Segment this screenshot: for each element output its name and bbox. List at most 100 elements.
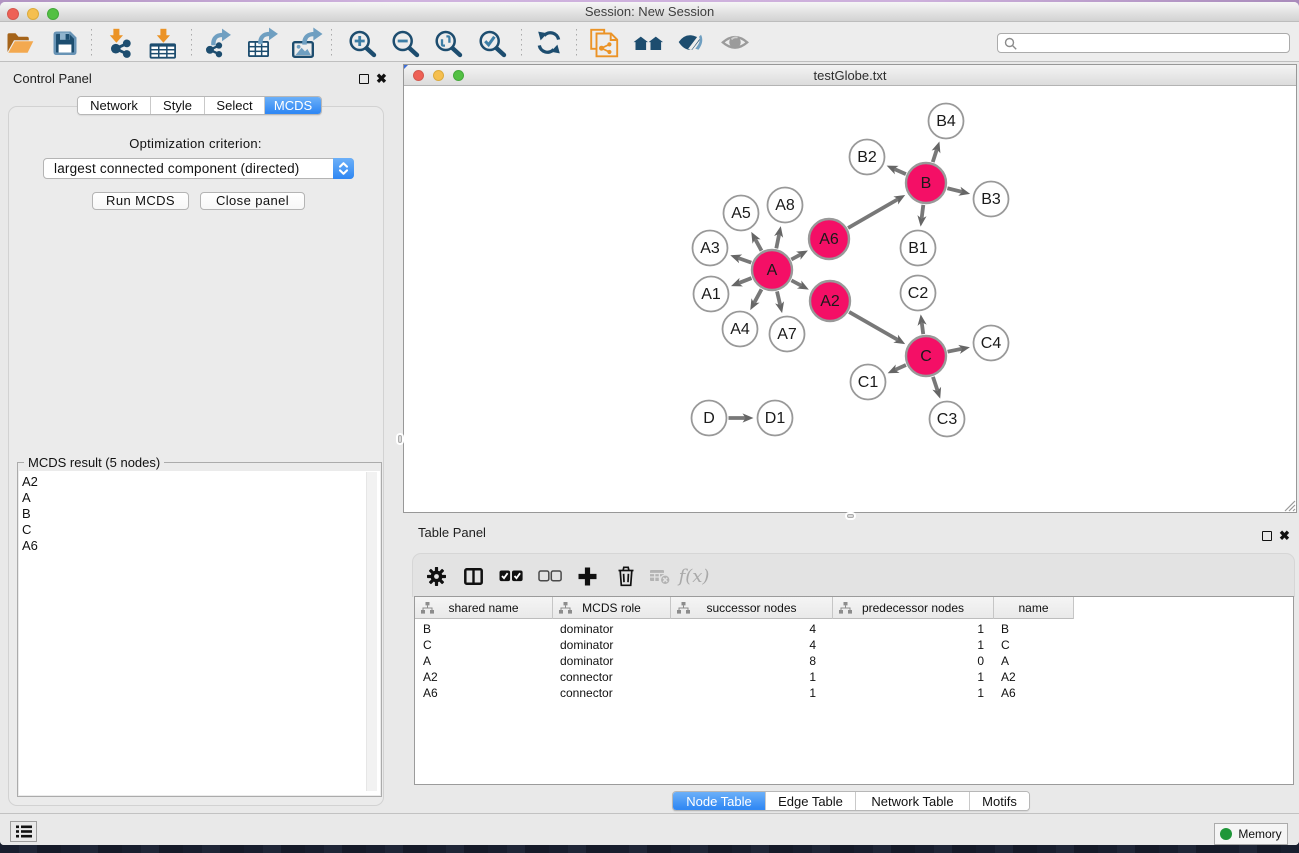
- table-row[interactable]: A6connector11A6: [415, 685, 1075, 701]
- column-header-successor-nodes[interactable]: successor nodes: [671, 597, 833, 619]
- control-panel-float-icon[interactable]: [359, 74, 369, 84]
- column-header-name[interactable]: name: [994, 597, 1074, 619]
- delete-columns-button[interactable]: [610, 554, 642, 598]
- table-row[interactable]: A2connector11A2: [415, 669, 1075, 685]
- graph-node-B[interactable]: B: [906, 163, 946, 203]
- export-network-button[interactable]: [203, 27, 235, 59]
- table-cell: connector: [560, 669, 660, 685]
- tab-mcds[interactable]: MCDS: [265, 97, 321, 114]
- delete-table-button[interactable]: [644, 554, 679, 598]
- import-table-button[interactable]: [147, 27, 179, 59]
- hide-selected-button[interactable]: [675, 27, 707, 59]
- graph-node-A[interactable]: A: [752, 250, 792, 290]
- result-item[interactable]: C: [22, 522, 38, 538]
- zoom-fit-button[interactable]: [434, 27, 466, 59]
- zoom-selected-button[interactable]: [478, 27, 510, 59]
- refresh-layout-button[interactable]: [533, 27, 565, 59]
- graph-node-D[interactable]: D: [692, 401, 727, 436]
- close-window-button[interactable]: [7, 8, 19, 20]
- zoom-in-button[interactable]: [348, 27, 380, 59]
- network-minimize-button[interactable]: [433, 70, 444, 81]
- table-cell: 1: [833, 637, 984, 653]
- graph-node-A4[interactable]: A4: [723, 312, 758, 347]
- first-neighbors-button[interactable]: [633, 27, 665, 59]
- split-pane-handle-bottom[interactable]: [847, 514, 854, 518]
- export-image-icon: [291, 27, 323, 59]
- select-all-columns-button[interactable]: [492, 554, 530, 598]
- import-network-button[interactable]: [104, 27, 136, 59]
- graph-node-C[interactable]: C: [906, 336, 946, 376]
- minimize-window-button[interactable]: [27, 8, 39, 20]
- table-row[interactable]: Cdominator41C: [415, 637, 1075, 653]
- result-scrollbar[interactable]: [366, 472, 377, 791]
- result-item[interactable]: A: [22, 490, 38, 506]
- table-settings-button[interactable]: [421, 554, 454, 598]
- open-session-button[interactable]: [4, 27, 36, 59]
- graph-node-A5[interactable]: A5: [724, 196, 759, 231]
- run-mcds-button[interactable]: Run MCDS: [92, 192, 189, 210]
- graph-node-C3[interactable]: C3: [930, 402, 965, 437]
- memory-button[interactable]: Memory: [1214, 823, 1288, 845]
- table-row[interactable]: Adominator80A: [415, 653, 1075, 669]
- task-history-button[interactable]: [10, 821, 37, 842]
- mcds-result-list[interactable]: A2ABCA6: [19, 474, 38, 554]
- unselect-all-columns-button[interactable]: [531, 554, 569, 598]
- tab-select[interactable]: Select: [205, 97, 265, 114]
- function-builder-button[interactable]: f(x): [679, 554, 709, 598]
- export-table-button[interactable]: [247, 27, 279, 59]
- column-header-shared-name[interactable]: shared name: [415, 597, 553, 619]
- graph-node-B3[interactable]: B3: [974, 182, 1009, 217]
- criterion-dropdown[interactable]: largest connected component (directed): [43, 158, 354, 179]
- tab-network[interactable]: Network: [78, 97, 151, 114]
- table-panel-float-icon[interactable]: [1262, 531, 1272, 541]
- export-image-button[interactable]: [291, 27, 323, 59]
- zoom-out-button[interactable]: [391, 27, 423, 59]
- graph-node-A2[interactable]: A2: [810, 281, 850, 321]
- save-session-button[interactable]: [49, 27, 81, 59]
- window-focus-corner: [404, 65, 408, 69]
- zoom-window-button[interactable]: [47, 8, 59, 20]
- column-header-MCDS-role[interactable]: MCDS role: [553, 597, 671, 619]
- tab-edge-table[interactable]: Edge Table: [766, 792, 856, 810]
- table-cell: 8: [671, 653, 816, 669]
- zoom-fit-icon: [434, 27, 466, 59]
- show-all-button[interactable]: [719, 27, 751, 59]
- new-column-button[interactable]: [572, 554, 605, 598]
- column-header-predecessor-nodes[interactable]: predecessor nodes: [833, 597, 994, 619]
- graph-node-C4[interactable]: C4: [974, 326, 1009, 361]
- table-row[interactable]: Bdominator41B: [415, 621, 1075, 637]
- graph-node-B4[interactable]: B4: [929, 104, 964, 139]
- graph-node-A3[interactable]: A3: [693, 231, 728, 266]
- tab-node-table[interactable]: Node Table: [673, 792, 766, 810]
- close-panel-button[interactable]: Close panel: [200, 192, 305, 210]
- tab-motifs[interactable]: Motifs: [970, 792, 1029, 810]
- control-panel-close-icon[interactable]: ✖: [376, 73, 387, 85]
- window-resize-grip[interactable]: [1283, 499, 1296, 512]
- graph-node-C1[interactable]: C1: [851, 365, 886, 400]
- search-box[interactable]: [997, 33, 1290, 53]
- tab-network-table[interactable]: Network Table: [856, 792, 970, 810]
- network-zoom-button[interactable]: [453, 70, 464, 81]
- result-item[interactable]: A6: [22, 538, 38, 554]
- graph-node-A1[interactable]: A1: [694, 277, 729, 312]
- result-item[interactable]: B: [22, 506, 38, 522]
- tab-style[interactable]: Style: [151, 97, 205, 114]
- node-table[interactable]: shared name MCDS role successor nodes pr…: [414, 596, 1294, 785]
- graph-node-D1[interactable]: D1: [758, 401, 793, 436]
- split-view-button[interactable]: [458, 554, 491, 598]
- graph-node-B1[interactable]: B1: [901, 231, 936, 266]
- graph-node-A8[interactable]: A8: [768, 188, 803, 223]
- table-cell: A2: [1001, 669, 1071, 685]
- split-pane-handle-left[interactable]: [398, 435, 402, 443]
- search-input[interactable]: [1022, 35, 1282, 51]
- graph-node-A7[interactable]: A7: [770, 317, 805, 352]
- network-close-button[interactable]: [413, 70, 424, 81]
- graph-node-B2[interactable]: B2: [850, 140, 885, 175]
- network-graph-canvas[interactable]: A A1 A3A5 A8 A4 A7 A6 A2 B B2 B4 B3 B1 C C2 C4 C1 C3 D D1: [404, 87, 1296, 513]
- graph-node-A6[interactable]: A6: [809, 219, 849, 259]
- application-window: Session: New Session: [0, 2, 1299, 845]
- table-panel-close-icon[interactable]: ✖: [1279, 530, 1290, 542]
- clone-network-button[interactable]: [588, 27, 620, 59]
- graph-node-C2[interactable]: C2: [901, 276, 936, 311]
- result-item[interactable]: A2: [22, 474, 38, 490]
